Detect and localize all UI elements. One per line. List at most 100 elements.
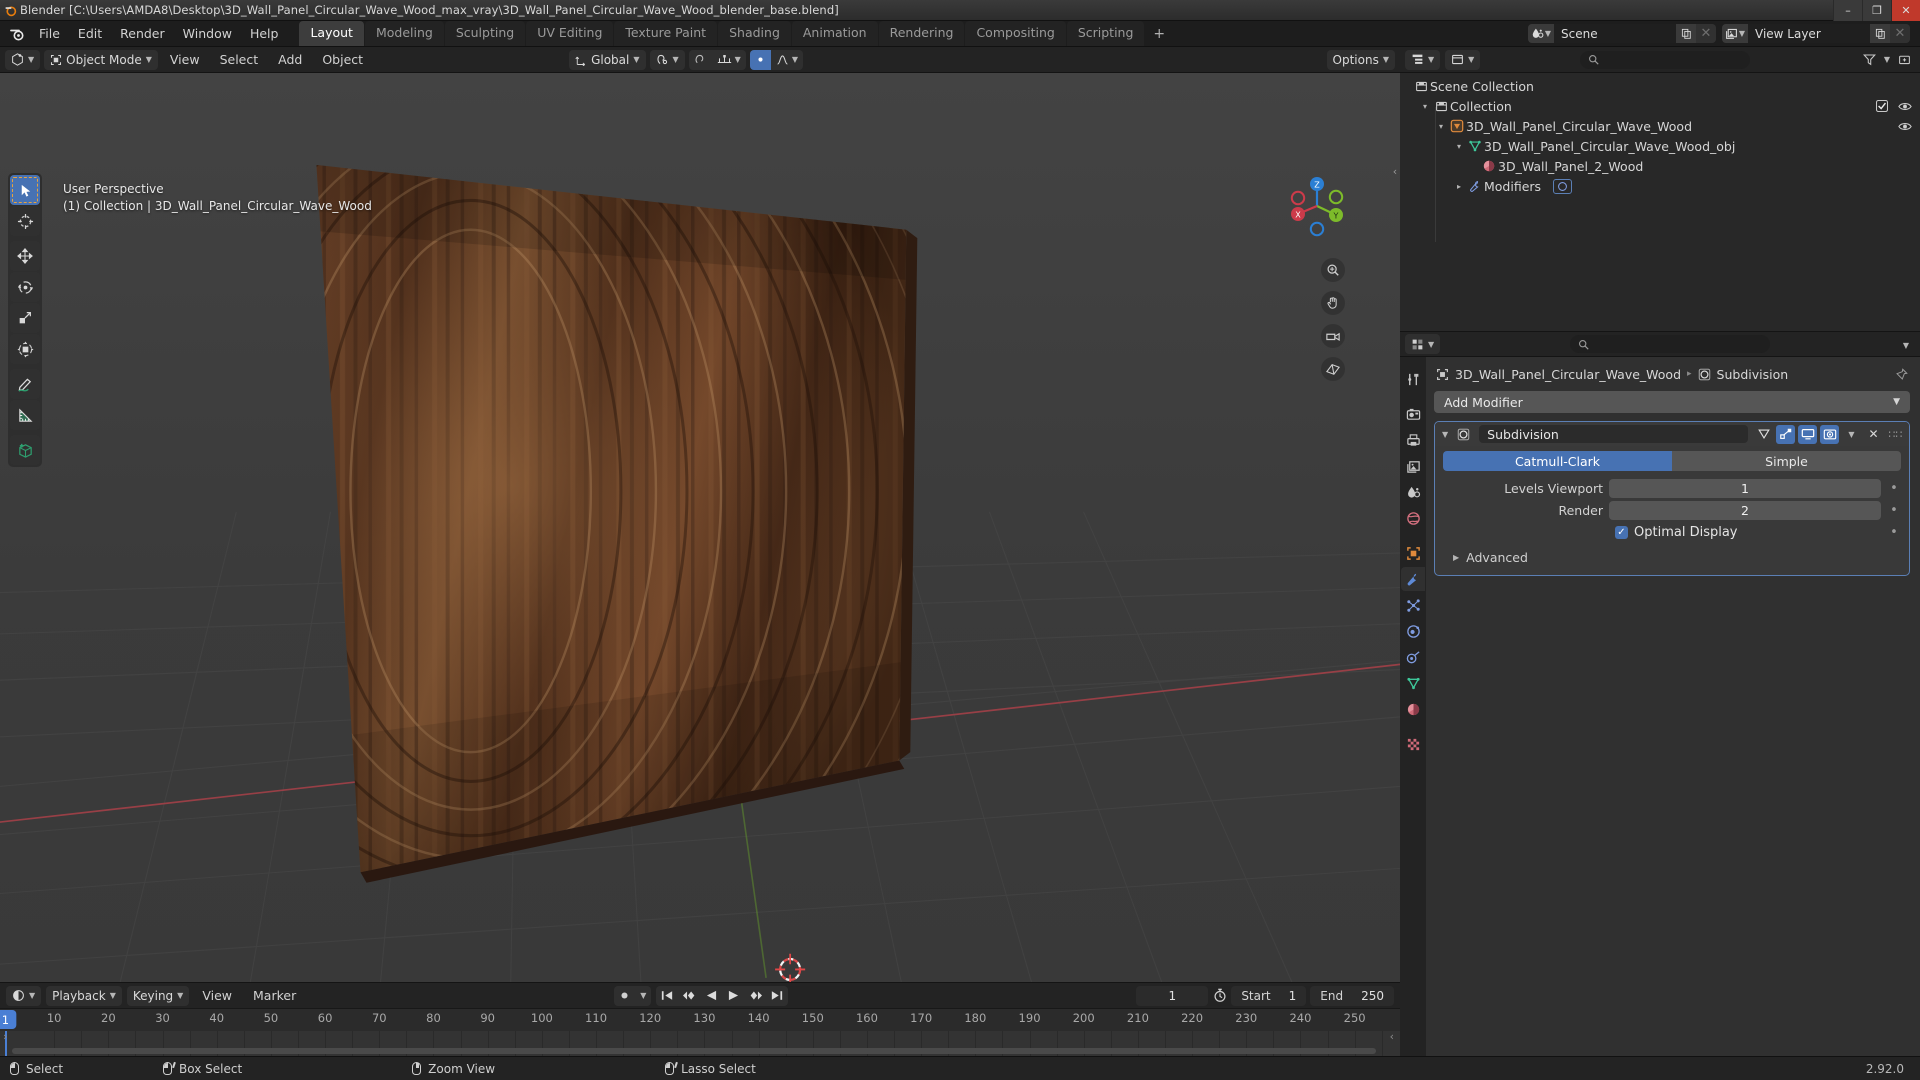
workspace-tab-rendering[interactable]: Rendering	[878, 21, 965, 46]
delete-modifier-icon[interactable]: ✕	[1864, 425, 1883, 444]
disclosure-triangle-icon[interactable]: ▸	[1452, 182, 1466, 191]
menu-help[interactable]: Help	[241, 24, 288, 43]
jump-to-start-button[interactable]	[656, 986, 678, 1006]
proportional-edit-toggle[interactable]	[689, 50, 712, 70]
annotate-tool[interactable]	[10, 369, 40, 399]
workspace-tab-compositing[interactable]: Compositing	[965, 21, 1066, 46]
eye-icon[interactable]	[1898, 101, 1912, 112]
timeline-menu-keying[interactable]: Keying ▼	[126, 985, 190, 1006]
blender-logo-icon[interactable]	[4, 26, 30, 42]
scene-name[interactable]: Scene	[1554, 24, 1676, 43]
eye-icon[interactable]	[1898, 121, 1912, 132]
add-cube-tool[interactable]	[10, 435, 40, 465]
object-mode-selector[interactable]: Object Mode ▼	[44, 49, 158, 70]
remove-view-layer-button[interactable]: ✕	[1890, 24, 1910, 43]
falloff-curve-selector[interactable]: ▼	[771, 50, 803, 70]
workspace-tab-texture-paint[interactable]: Texture Paint	[614, 21, 718, 46]
workspace-tab-animation[interactable]: Animation	[791, 21, 878, 46]
tool-tab[interactable]	[1401, 367, 1425, 391]
menu-render[interactable]: Render	[111, 24, 174, 43]
timeline-ruler[interactable]: 10 20 30 40 50 60 70 80 90 100 110 120 130 140 150 160 1…	[0, 1009, 1400, 1031]
timeline-menu-playback[interactable]: Playback ▼	[46, 985, 122, 1006]
new-view-layer-button[interactable]	[1870, 24, 1890, 43]
timeline-sidebar-toggle-left[interactable]: ›	[3, 1030, 7, 1043]
properties-search-input[interactable]	[1570, 335, 1771, 353]
outliner-row-scene-collection[interactable]: Scene Collection	[1400, 76, 1920, 96]
maximize-button[interactable]: ❐	[1862, 0, 1891, 21]
measure-tool[interactable]	[10, 400, 40, 430]
scale-tool[interactable]	[10, 303, 40, 333]
render-levels-value[interactable]: 2	[1609, 500, 1881, 520]
options-button[interactable]: Options ▼	[1326, 49, 1395, 70]
navigation-gizmo[interactable]: Z Y X	[1284, 173, 1350, 239]
object-data-tab[interactable]	[1401, 671, 1425, 695]
outliner-row-material[interactable]: 3D_Wall_Panel_2_Wood	[1400, 156, 1920, 176]
next-keyframe-button[interactable]	[744, 986, 766, 1006]
disclosure-triangle-icon[interactable]: ▾	[1452, 142, 1466, 151]
properties-editor-type[interactable]: ▼	[1405, 334, 1441, 354]
outliner-row-object[interactable]: ▾ 3D_Wall_Panel_Circular_Wave_Wood	[1400, 116, 1920, 136]
workspace-tab-scripting[interactable]: Scripting	[1066, 21, 1145, 46]
move-tool[interactable]	[10, 241, 40, 271]
timeline-horizontal-scrollbar[interactable]	[12, 1048, 1376, 1054]
outliner-new-collection-icon[interactable]	[1898, 53, 1911, 66]
workspace-tab-shading[interactable]: Shading	[718, 21, 791, 46]
timeline-editor-type[interactable]: ▼	[6, 985, 42, 1006]
animate-property-dot[interactable]: •	[1887, 503, 1901, 518]
outliner-body[interactable]: Scene Collection ▾ Collection ▾ 3D_Wall_…	[1400, 73, 1920, 331]
workspace-tab-modeling[interactable]: Modeling	[364, 21, 444, 46]
viewport-menu-object[interactable]: Object	[314, 52, 371, 67]
modifier-extras-chevron-icon[interactable]: ▼	[1842, 425, 1861, 444]
rotate-tool[interactable]	[10, 272, 40, 302]
checkbox-icon[interactable]	[1876, 100, 1888, 112]
move-view-icon[interactable]	[1321, 291, 1345, 315]
advanced-section-toggle[interactable]: ▶ Advanced	[1443, 544, 1901, 567]
proportional-falloff-selector[interactable]: ▼	[712, 50, 746, 70]
timeline-playhead-frame-label[interactable]: 1	[0, 1010, 17, 1029]
breadcrumb-object-name[interactable]: 3D_Wall_Panel_Circular_Wave_Wood	[1455, 367, 1681, 382]
viewport-menu-view[interactable]: View	[162, 52, 208, 67]
modifier-expand-triangle-icon[interactable]: ▼	[1439, 430, 1451, 439]
optimal-display-checkbox[interactable]: ✓	[1615, 525, 1628, 539]
constraints-tab[interactable]	[1401, 645, 1425, 669]
view-layer-name[interactable]: View Layer	[1748, 24, 1870, 43]
current-frame-field[interactable]: 1	[1136, 985, 1209, 1006]
3d-viewport[interactable]: User Perspective (1) Collection | 3D_Wal…	[0, 73, 1400, 982]
timeline-body[interactable]: 10 20 30 40 50 60 70 80 90 100 110 120 130 140 150 160 1…	[0, 1008, 1400, 1056]
outliner-search-input[interactable]	[1580, 50, 1751, 69]
view-layer-tab[interactable]	[1401, 454, 1425, 478]
snap-selector[interactable]: ▼	[649, 49, 685, 70]
pin-icon[interactable]	[1895, 367, 1908, 381]
play-reverse-button[interactable]	[700, 986, 722, 1006]
workspace-tab-sculpting[interactable]: Sculpting	[444, 21, 526, 46]
toggle-orthographic-icon[interactable]	[1321, 357, 1345, 381]
grip-icon[interactable]: ∷∷	[1886, 425, 1905, 444]
workspace-tab-layout[interactable]: Layout	[299, 21, 364, 46]
menu-file[interactable]: File	[30, 24, 69, 43]
minimize-button[interactable]: –	[1833, 0, 1862, 21]
editor-type-selector[interactable]: ▼	[5, 49, 41, 70]
simple-option[interactable]: Simple	[1672, 451, 1901, 471]
workspace-tab-uv-editing[interactable]: UV Editing	[526, 21, 614, 46]
physics-tab[interactable]	[1401, 619, 1425, 643]
levels-viewport-value[interactable]: 1	[1609, 478, 1881, 498]
auto-keying-toggle[interactable]	[614, 986, 635, 1006]
animate-property-dot[interactable]: •	[1887, 481, 1901, 496]
outliner-row-mesh-data[interactable]: ▾ 3D_Wall_Panel_Circular_Wave_Wood_obj	[1400, 136, 1920, 156]
unlink-scene-button[interactable]: ✕	[1696, 24, 1716, 43]
outliner-display-mode[interactable]: ▼	[1445, 49, 1481, 70]
transform-tool[interactable]	[10, 334, 40, 364]
jump-to-end-button[interactable]	[766, 986, 788, 1006]
particles-tab[interactable]	[1401, 593, 1425, 617]
close-button[interactable]: ✕	[1891, 0, 1920, 21]
view-layer-selector[interactable]: ▼ View Layer ✕	[1722, 24, 1910, 43]
end-frame-field[interactable]: End 250	[1310, 985, 1394, 1006]
camera-view-icon[interactable]	[1321, 324, 1345, 348]
subdivision-icon[interactable]	[1553, 178, 1573, 194]
timeline-menu-marker[interactable]: Marker	[245, 988, 304, 1003]
scene-tab[interactable]	[1401, 480, 1425, 504]
previous-keyframe-button[interactable]	[678, 986, 700, 1006]
properties-options-chevron[interactable]: ▼	[1903, 337, 1915, 352]
viewport-menu-add[interactable]: Add	[270, 52, 310, 67]
transform-orientation-selector[interactable]: Global ▼	[569, 49, 646, 70]
